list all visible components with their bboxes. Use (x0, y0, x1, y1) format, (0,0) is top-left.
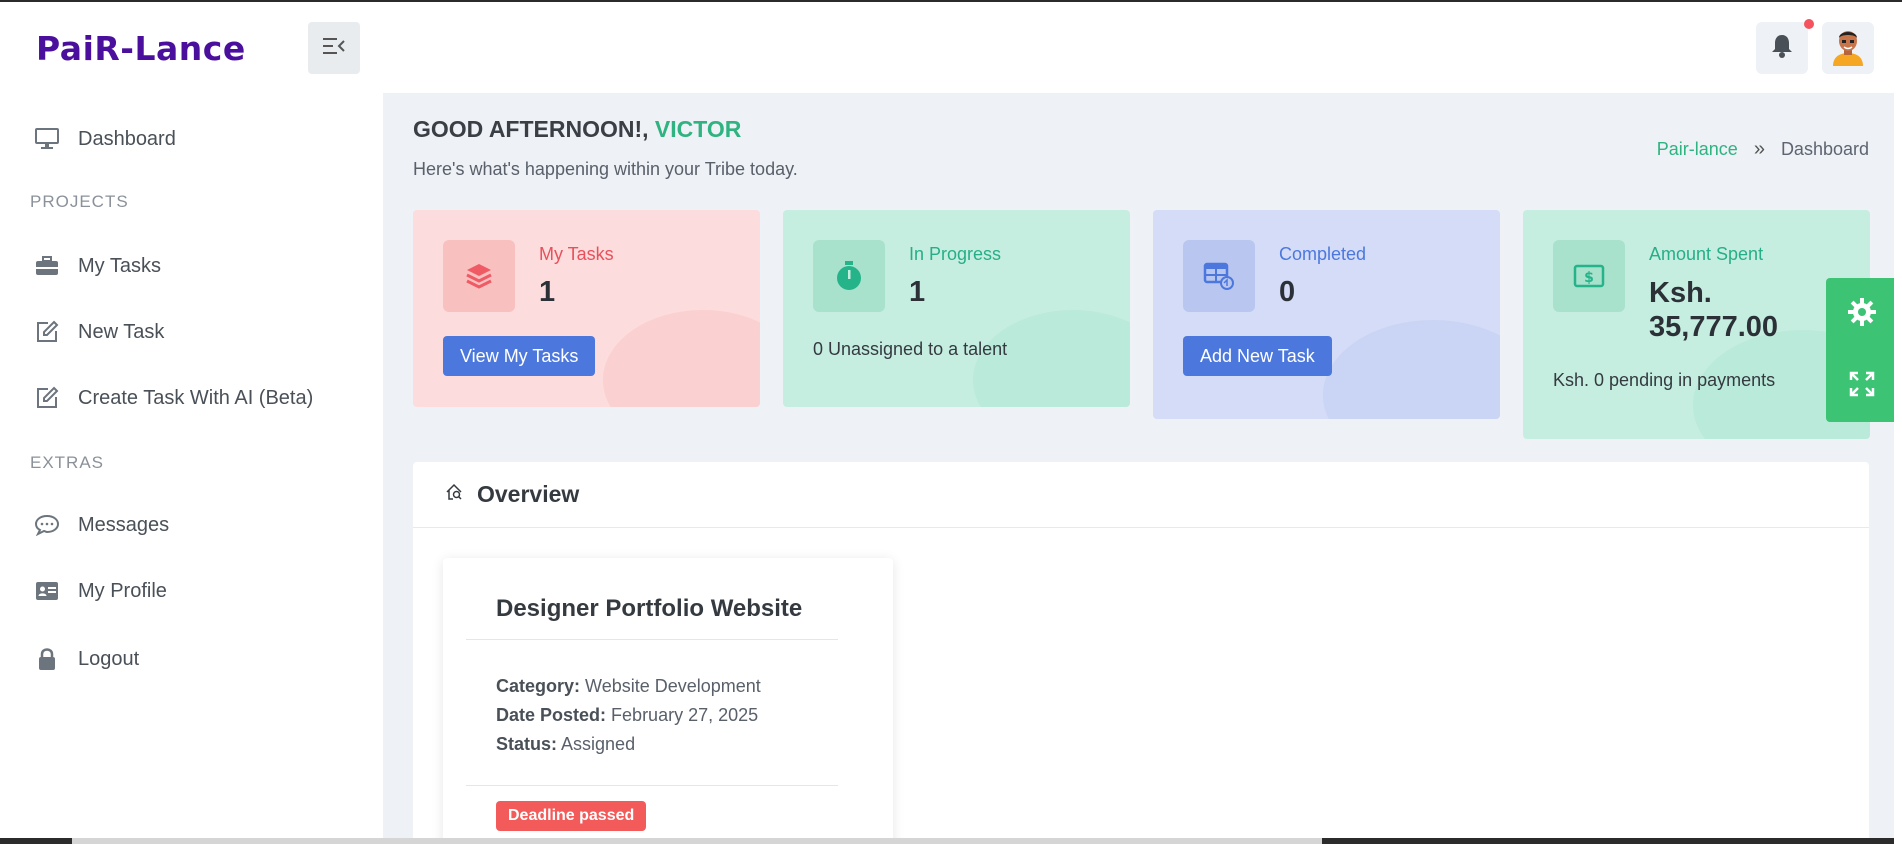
sidebar-heading-projects: PROJECTS (30, 192, 129, 211)
menu-collapse-icon (323, 37, 345, 60)
sidebar-item-label: Create Task With AI (Beta) (78, 386, 314, 409)
sidebar-item-my-profile[interactable]: My Profile (34, 576, 167, 606)
notification-dot (1804, 19, 1814, 29)
top-header: PaiR-Lance (0, 2, 1902, 93)
money-bill-icon: $ (1553, 240, 1625, 312)
briefcase-icon (34, 253, 60, 279)
sidebar-item-label: Messages (78, 513, 170, 536)
horizontal-scrollbar[interactable] (0, 838, 1894, 844)
card-title: In Progress (909, 244, 1002, 264)
bell-icon (1770, 33, 1794, 64)
stat-card-my-tasks: My Tasks 1 View My Tasks (413, 210, 760, 407)
home-search-icon (445, 483, 463, 506)
card-title: Amount Spent (1649, 244, 1764, 264)
sidebar-item-dashboard[interactable]: Dashboard (34, 124, 176, 154)
page-subtitle: Here's what's happening within your Trib… (413, 159, 798, 179)
breadcrumb: Pair-lance » Dashboard (1657, 138, 1869, 161)
deadline-passed-badge: Deadline passed (496, 801, 647, 831)
task-status: Status: Assigned (496, 734, 635, 755)
sidebar-item-label: Dashboard (78, 127, 176, 150)
main-content: GOOD AFTERNOON!, VICTOR Here's what's ha… (383, 93, 1894, 844)
card-note: 0 Unassigned to a talent (813, 339, 1008, 359)
sidebar-item-label: Logout (78, 647, 140, 670)
gear-icon (1847, 297, 1877, 332)
greeting-user-name: VICTOR (654, 116, 742, 142)
card-title: My Tasks (539, 244, 614, 264)
right-edge (1894, 2, 1902, 844)
monitor-icon (34, 126, 60, 152)
task-date-value: February 27, 2025 (611, 705, 759, 725)
settings-button[interactable] (1826, 278, 1898, 350)
sidebar-toggle-button[interactable] (308, 22, 360, 74)
task-date-label: Date Posted: (496, 705, 607, 725)
card-value-currency: Ksh. (1649, 277, 1712, 309)
chat-icon (34, 512, 60, 538)
card-value: 0 (1279, 276, 1296, 308)
add-new-task-button[interactable]: Add New Task (1183, 336, 1332, 376)
overview-title: Overview (477, 481, 580, 507)
page-greeting: GOOD AFTERNOON!, VICTOR (413, 116, 741, 143)
sidebar-item-create-task-ai[interactable]: Create Task With AI (Beta) (34, 383, 313, 413)
card-value: 1 (539, 276, 556, 308)
sidebar-item-my-tasks[interactable]: My Tasks (34, 251, 161, 281)
breadcrumb-home-link[interactable]: Pair-lance (1657, 139, 1738, 160)
overview-header: Overview (413, 462, 1869, 528)
task-category: Category: Website Development (496, 676, 761, 697)
stat-card-amount-spent: $ Amount Spent Ksh. 35,777.00 Ksh. 0 pen… (1523, 210, 1870, 439)
card-note: Ksh. 0 pending in payments (1553, 370, 1776, 390)
sidebar: Dashboard PROJECTS My Tasks New Task Cre… (0, 93, 383, 844)
task-card[interactable]: Designer Portfolio Website Category: Web… (443, 558, 893, 844)
card-background-decoration (1323, 320, 1500, 419)
stat-card-in-progress: In Progress 1 0 Unassigned to a talent (783, 210, 1130, 407)
lock-icon (34, 646, 60, 672)
breadcrumb-current: Dashboard (1780, 139, 1869, 159)
card-background-decoration (603, 310, 760, 407)
fullscreen-button[interactable] (1826, 350, 1898, 422)
svg-text:$: $ (1584, 270, 1594, 286)
view-my-tasks-button[interactable]: View My Tasks (443, 336, 596, 376)
sidebar-heading-extras: EXTRAS (30, 453, 105, 472)
sidebar-item-label: My Tasks (78, 254, 161, 277)
sidebar-item-messages[interactable]: Messages (34, 510, 169, 540)
stat-card-completed: Completed 0 Add New Task (1153, 210, 1500, 419)
sidebar-item-label: My Profile (78, 579, 167, 602)
greeting-prefix: GOOD AFTERNOON!, (413, 116, 649, 142)
edit-icon (34, 385, 60, 411)
table-sync-icon (1183, 240, 1255, 312)
sidebar-item-logout[interactable]: Logout (34, 644, 139, 674)
notifications-button[interactable] (1756, 19, 1814, 74)
card-title: Completed (1279, 244, 1367, 264)
edit-icon (34, 319, 60, 345)
stopwatch-icon (813, 240, 885, 312)
card-value: 1 (909, 276, 926, 308)
task-title[interactable]: Designer Portfolio Website (496, 595, 802, 623)
sidebar-item-new-task[interactable]: New Task (34, 317, 164, 347)
layers-icon (443, 240, 515, 312)
expand-icon (1849, 371, 1875, 402)
logo-text: PaiR-Lance (36, 28, 246, 68)
card-value: Ksh. 35,777.00 (1649, 276, 1778, 344)
task-category-value: Website Development (585, 676, 761, 696)
task-date-posted: Date Posted: February 27, 2025 (496, 705, 758, 726)
avatar (1829, 26, 1867, 71)
task-status-value: Assigned (561, 734, 636, 754)
task-category-label: Category: (496, 676, 581, 696)
sidebar-item-label: New Task (78, 320, 165, 343)
card-value-amount: 35,777.00 (1649, 311, 1779, 343)
scrollbar-thumb[interactable] (72, 838, 1322, 844)
task-status-label: Status: (496, 734, 558, 754)
brand-logo[interactable]: PaiR-Lance (36, 28, 246, 68)
divider (466, 785, 838, 786)
breadcrumb-separator: » (1753, 138, 1765, 160)
floating-settings-panel (1826, 278, 1898, 422)
id-card-icon (34, 578, 60, 604)
user-avatar-button[interactable] (1822, 22, 1874, 74)
divider (466, 639, 838, 640)
overview-panel: Overview Designer Portfolio Website Cate… (413, 462, 1869, 844)
